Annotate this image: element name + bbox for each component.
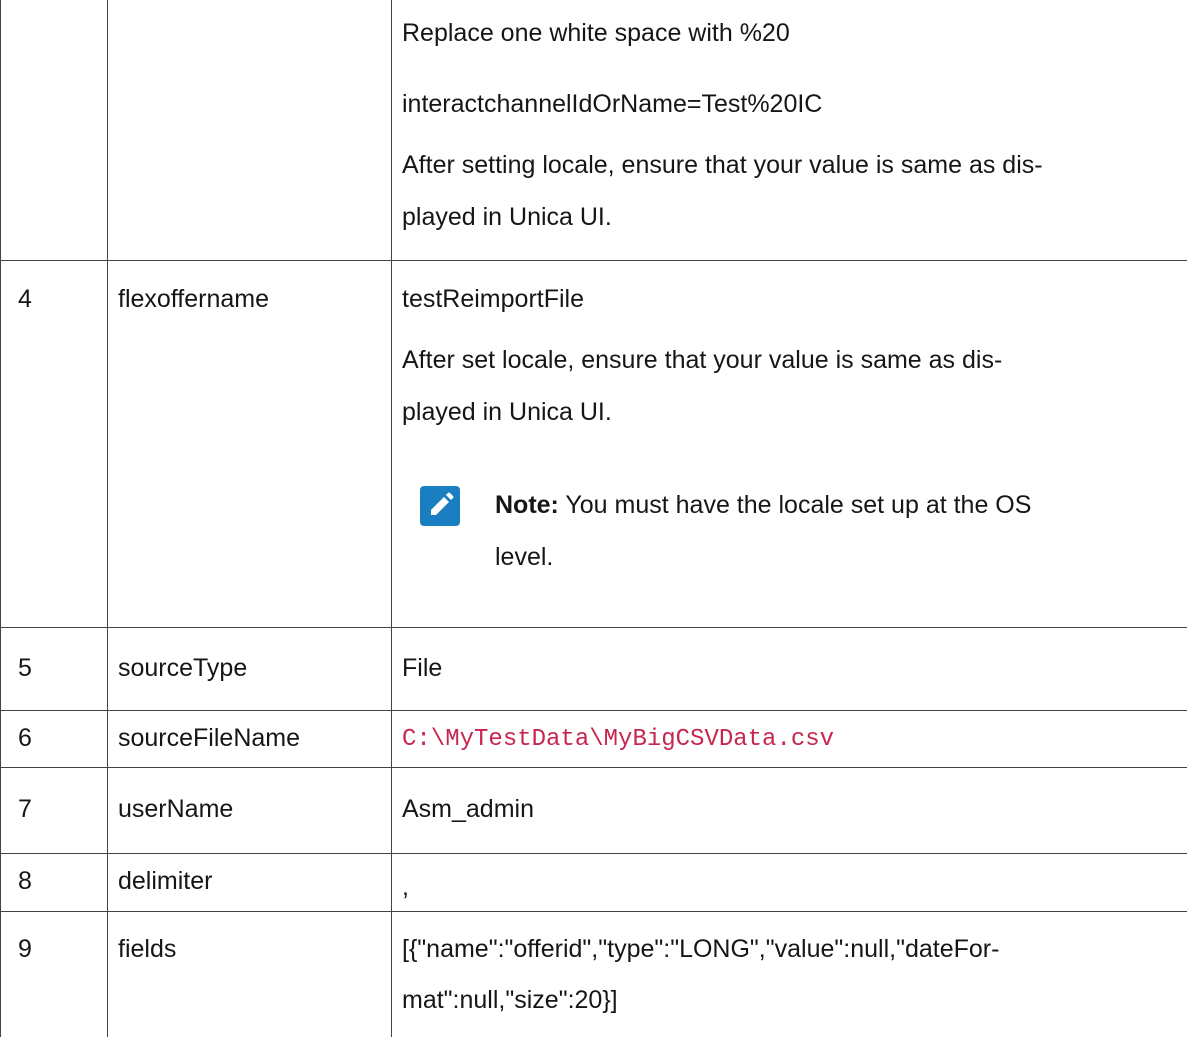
row-number: 5	[18, 654, 32, 682]
row-divider	[0, 911, 1187, 912]
value-line: played in Unica UI.	[402, 398, 612, 426]
note-text-continued: level.	[495, 543, 554, 571]
row-number: 6	[18, 724, 32, 752]
value-line: After setting locale, ensure that your v…	[402, 151, 1043, 179]
row-divider	[0, 853, 1187, 854]
value-line: Replace one white space with %20	[402, 19, 790, 47]
value-line: After set locale, ensure that your value…	[402, 346, 1003, 374]
param-name: sourceFileName	[118, 724, 301, 752]
row-number: 4	[18, 285, 32, 313]
value-line: mat":null,"size":20}]	[402, 986, 618, 1014]
pencil-note-icon	[418, 484, 462, 528]
row-divider	[0, 710, 1187, 711]
note-text: Note: You must have the locale set up at…	[495, 480, 1031, 531]
param-name: delimiter	[118, 867, 213, 895]
param-value: ,	[402, 873, 409, 901]
row-number: 8	[18, 867, 32, 895]
param-name: sourceType	[118, 654, 248, 682]
column-divider-param	[391, 0, 392, 1037]
row-divider	[0, 627, 1187, 628]
note-body: You must have the locale set up at the O…	[565, 491, 1032, 519]
note-label: Note:	[495, 491, 559, 519]
file-path-code: C:\MyTestData\MyBigCSVData.csv	[402, 726, 835, 753]
value-line: [{"name":"offerid","type":"LONG","value"…	[402, 935, 1000, 963]
row-number: 9	[18, 935, 32, 963]
value-line: played in Unica UI.	[402, 203, 612, 231]
column-divider-left	[0, 0, 1, 1037]
value-line: testReimportFile	[402, 285, 584, 313]
row-number: 7	[18, 795, 32, 823]
row-divider	[0, 260, 1187, 261]
param-name: fields	[118, 935, 177, 963]
value-line: interactchannelIdOrName=Test%20IC	[402, 90, 823, 118]
row-divider	[0, 767, 1187, 768]
param-value: File	[402, 654, 443, 682]
param-name: userName	[118, 795, 234, 823]
column-divider-num	[107, 0, 108, 1037]
param-value: Asm_admin	[402, 795, 534, 823]
param-name: flexoffername	[118, 285, 270, 313]
